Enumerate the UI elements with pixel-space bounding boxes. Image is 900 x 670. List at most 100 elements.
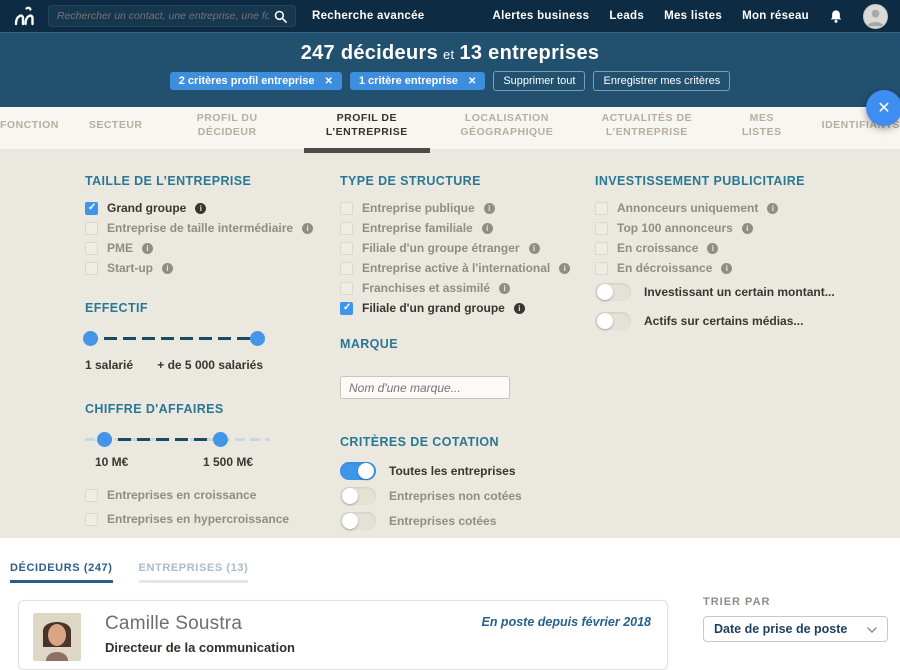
results-tab-decideurs[interactable]: DÉCIDEURS (247)	[10, 562, 113, 583]
toggle-row-cotees[interactable]: Entreprises cotées	[340, 512, 575, 530]
contact-result-card[interactable]: Camille Soustra Directeur de la communic…	[18, 600, 668, 670]
nav-link-alertes-business[interactable]: Alertes business	[493, 10, 590, 22]
search-input[interactable]	[57, 10, 269, 22]
checkbox[interactable]	[595, 222, 608, 235]
slider-handle-max[interactable]	[250, 331, 265, 346]
checkbox[interactable]	[85, 489, 98, 502]
info-icon[interactable]: i	[742, 223, 753, 234]
checkbox[interactable]	[85, 222, 98, 235]
nav-link-leads[interactable]: Leads	[609, 10, 644, 22]
chip-label: 2 critères profil entreprise	[179, 75, 315, 87]
remove-all-button[interactable]: Supprimer tout	[493, 71, 585, 91]
checkbox-row-en-croissance[interactable]: En croissance i	[595, 241, 830, 255]
tab-profil-du-decideur[interactable]: PROFIL DU DÉCIDEUR	[173, 110, 282, 145]
info-icon[interactable]: i	[721, 263, 732, 274]
slider-handle-max[interactable]	[213, 432, 228, 447]
checkbox-row-en-decroissance[interactable]: En décroissance i	[595, 261, 830, 275]
checkbox-row-grand-groupe[interactable]: Grand groupe i	[85, 201, 320, 215]
save-criteria-button[interactable]: Enregistrer mes critères	[593, 71, 730, 91]
search-icon[interactable]	[274, 10, 287, 23]
nav-link-mes-listes[interactable]: Mes listes	[664, 10, 722, 22]
checkbox-row-pme[interactable]: PME i	[85, 241, 320, 255]
contact-photo	[33, 613, 81, 661]
info-icon[interactable]: i	[142, 243, 153, 254]
checkbox-row-filiale-grand-groupe[interactable]: Filiale d'un grand groupe i	[340, 301, 575, 315]
toggle-row-medias[interactable]: Actifs sur certains médias...	[595, 312, 830, 330]
brand-name-input[interactable]	[340, 376, 510, 399]
toggle-switch[interactable]	[340, 462, 376, 480]
tab-fonction[interactable]: FONCTION	[0, 117, 59, 139]
user-avatar[interactable]	[863, 4, 888, 29]
criteria-chip[interactable]: 2 critères profil entreprise ✕	[170, 72, 342, 90]
info-icon[interactable]: i	[302, 223, 313, 234]
tab-profil-de-l-entreprise[interactable]: PROFIL DE L’ENTREPRISE	[312, 110, 422, 145]
chip-close-icon[interactable]: ✕	[468, 76, 476, 87]
checkbox-row-croissance[interactable]: Entreprises en croissance	[85, 487, 320, 503]
navbar-right: Alertes business Leads Mes listes Mon ré…	[493, 4, 889, 29]
slider-handle-min[interactable]	[97, 432, 112, 447]
checkbox[interactable]	[340, 302, 353, 315]
toggle-switch[interactable]	[340, 512, 376, 530]
checkbox-row-entreprise-familiale[interactable]: Entreprise familiale i	[340, 221, 575, 235]
section-title: TAILLE DE L’ENTREPRISE	[85, 174, 320, 188]
info-icon[interactable]: i	[484, 203, 495, 214]
section-title: EFFECTIF	[85, 301, 320, 315]
toggle-row-montant[interactable]: Investissant un certain montant...	[595, 283, 830, 301]
sort-select[interactable]: Date de prise de poste	[703, 616, 888, 642]
chip-close-icon[interactable]: ✕	[324, 76, 332, 87]
tab-mes-listes[interactable]: MES LISTES	[732, 110, 792, 145]
nav-link-mon-reseau[interactable]: Mon réseau	[742, 10, 809, 22]
checkbox[interactable]	[340, 262, 353, 275]
info-icon[interactable]: i	[195, 203, 206, 214]
results-tab-entreprises[interactable]: ENTREPRISES (13)	[139, 562, 249, 583]
checkbox[interactable]	[85, 242, 98, 255]
advanced-search-link[interactable]: Recherche avancée	[312, 10, 425, 22]
checkbox-row-active-international[interactable]: Entreprise active à l'international i	[340, 261, 575, 275]
toggle-row-non-cotees[interactable]: Entreprises non cotées	[340, 487, 575, 505]
toggle-row-toutes-entreprises[interactable]: Toutes les entreprises	[340, 462, 575, 480]
checkbox[interactable]	[85, 202, 98, 215]
checkbox[interactable]	[595, 262, 608, 275]
checkbox-row-startup[interactable]: Start-up i	[85, 261, 320, 275]
checkbox[interactable]	[85, 513, 98, 526]
close-filter-panel-button[interactable]: ✕	[866, 90, 900, 126]
toggle-switch[interactable]	[595, 312, 631, 330]
info-icon[interactable]: i	[499, 283, 510, 294]
checkbox[interactable]	[340, 282, 353, 295]
checkbox-row-franchises[interactable]: Franchises et assimilé i	[340, 281, 575, 295]
checkbox-label: Entreprises en croissance	[107, 488, 256, 502]
checkbox-row-annonceurs[interactable]: Annonceurs uniquement i	[595, 201, 830, 215]
notifications-bell-icon[interactable]	[829, 9, 843, 24]
checkbox[interactable]	[340, 242, 353, 255]
checkbox-row-filiale-groupe-etranger[interactable]: Filiale d'un groupe étranger i	[340, 241, 575, 255]
checkbox-row-entreprise-publique[interactable]: Entreprise publique i	[340, 201, 575, 215]
info-icon[interactable]: i	[482, 223, 493, 234]
checkbox-row-eti[interactable]: Entreprise de taille intermédiaire i	[85, 221, 320, 235]
toggle-switch[interactable]	[340, 487, 376, 505]
tab-actualites-de-l-entreprise[interactable]: ACTUALITÉS DE L’ENTREPRISE	[592, 110, 702, 145]
slider-min-label: 1 salarié	[85, 358, 133, 372]
checkbox-row-top100[interactable]: Top 100 annonceurs i	[595, 221, 830, 235]
checkbox[interactable]	[340, 222, 353, 235]
info-icon[interactable]: i	[559, 263, 570, 274]
checkbox[interactable]	[340, 202, 353, 215]
info-icon[interactable]: i	[514, 303, 525, 314]
info-icon[interactable]: i	[767, 203, 778, 214]
checkbox[interactable]	[85, 262, 98, 275]
results-summary-header: 247 décideurset13 entreprises 2 critères…	[0, 32, 900, 107]
checkbox[interactable]	[595, 202, 608, 215]
info-icon[interactable]: i	[529, 243, 540, 254]
toggle-knob	[597, 313, 613, 329]
tab-secteur[interactable]: SECTEUR	[89, 117, 143, 139]
checkbox-row-hypercroissance[interactable]: Entreprises en hypercroissance	[85, 511, 320, 527]
app-logo-icon[interactable]	[12, 4, 38, 28]
checkbox[interactable]	[595, 242, 608, 255]
criteria-chip[interactable]: 1 critère entreprise ✕	[350, 72, 485, 90]
toggle-switch[interactable]	[595, 283, 631, 301]
tab-localisation-geographique[interactable]: LOCALISATION GÉOGRAPHIQUE	[452, 110, 562, 145]
info-icon[interactable]: i	[707, 243, 718, 254]
chip-label: 1 critère entreprise	[359, 75, 458, 87]
slider-handle-min[interactable]	[83, 331, 98, 346]
toggle-label: Entreprises cotées	[389, 514, 496, 528]
info-icon[interactable]: i	[162, 263, 173, 274]
